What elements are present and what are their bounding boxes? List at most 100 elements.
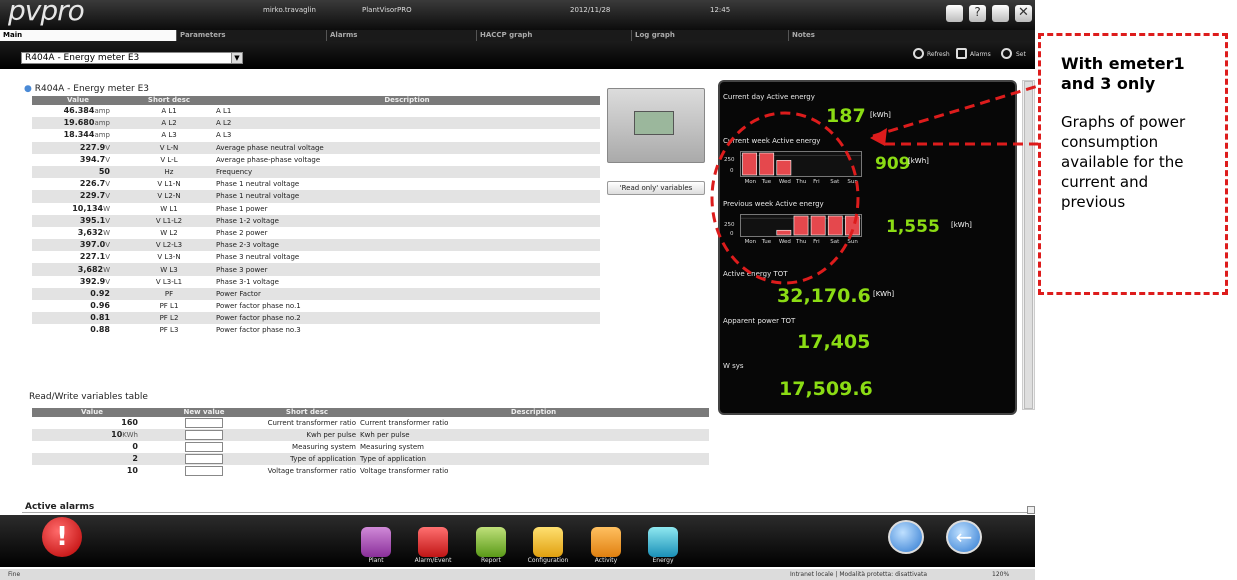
divider [22,512,1032,513]
short-desc-cell: A L3 [161,131,177,140]
tab-notes[interactable]: Notes [788,30,918,41]
tab-alarms[interactable]: Alarms [326,30,476,41]
table-row: 3,632W W L2 Phase 2 power [32,227,600,239]
short-desc-cell: A L2 [124,117,214,130]
close-icon[interactable]: ✕ [1015,5,1032,22]
table-row: 229.7V V L2-N Phase 1 neutral voltage [32,190,600,203]
new-value-input[interactable] [185,454,223,464]
short-desc-cell: PF [124,287,214,300]
value-cell: 0.88 [90,325,110,335]
value-cell: 160 [121,418,138,427]
table-row: 3,682W W L3 Phase 3 power [32,263,600,276]
browser-status-bar: Fine Intranet locale | Modalità protetta… [0,569,1035,580]
column-header: Short desc [256,408,358,417]
home-icon[interactable] [888,520,924,554]
short-desc-cell: V L2-L3 [124,239,214,252]
short-desc-cell: Hz [124,165,214,179]
description-cell: Phase 3 power [214,263,600,276]
table-row: 10,134W W L1 Phase 1 power [32,203,600,215]
description-cell: Power factor phase no.1 [216,302,301,311]
description-cell: Average phase-phase voltage [216,155,321,164]
security-zone: Intranet locale | Modalità protetta: dis… [790,571,928,578]
refresh-icon[interactable] [913,48,924,59]
annotation-heading: With emeter1 and 3 only [1061,54,1185,93]
short-desc-cell: W L1 [160,204,178,213]
new-value-input[interactable] [185,418,223,428]
short-desc-cell: Type of application [256,453,358,465]
description-cell: A L2 [214,117,600,130]
short-desc-cell: V L-L [160,155,178,164]
tab-main[interactable]: Main [0,30,176,41]
annotation-text: Graphs of power consumption available fo… [1061,113,1186,211]
activity-icon[interactable] [591,527,621,557]
table-row: 18.344amp A L3 A L3 [32,129,600,141]
table-row: 397.0V V L2-L3 Phase 2-3 voltage [32,239,600,252]
description-cell: A L1 [216,107,232,116]
table-row: 0 Measuring system Measuring system [32,441,709,453]
table-row: 2 Type of application Type of application [32,453,709,465]
zoom-level[interactable]: 120% [992,569,1009,580]
description-cell: Power factor phase no.3 [216,326,301,335]
wsys-label: W sys [723,362,744,370]
annotation-overlay [710,84,1039,285]
back-arrow-icon[interactable]: ← [946,520,982,554]
table-row: 160 Current transformer ratio Current tran… [32,417,709,429]
refresh-button[interactable]: Refresh [927,51,950,58]
short-desc-cell: Kwh per pulse [256,429,358,441]
set-icon[interactable] [1001,48,1012,59]
value-cell: 0 [132,442,138,451]
description-cell: Voltage transformer ratio [360,466,449,475]
new-value-cell [152,429,256,441]
value-cell: 3,682W [32,263,124,276]
new-value-cell [152,441,256,453]
new-value-input[interactable] [185,430,223,440]
energy-meter-image [607,88,705,163]
value-cell: 394.7V [79,154,110,164]
value-cell: 226.7V [79,179,110,189]
plant-icon[interactable] [361,527,391,557]
meter-display [634,111,674,135]
table-row: 392.9V V L3-L1 Phase 3-1 voltage [32,276,600,288]
value-cell: 227.9V [32,141,124,154]
short-desc-cell: V L3-N [157,253,181,262]
set-button[interactable]: Set [1016,51,1026,58]
logout-icon[interactable] [992,5,1009,22]
table-row: 10 Voltage transformer ratio Voltage trans… [32,465,709,477]
description-cell: Current transformer ratio [360,418,449,427]
alarms-button[interactable]: Alarms [970,51,991,58]
alarm-event-icon[interactable] [418,527,448,557]
device-select[interactable]: R404A - Energy meter E3 ▼ [21,52,243,64]
column-header: Description [214,96,600,105]
short-desc-cell: W L2 [160,228,178,237]
tab-log-graph[interactable]: Log graph [631,30,788,41]
nav-energy[interactable]: Energy [628,557,698,564]
apparent-power-value: 17,405 [797,331,871,353]
description-cell: Power factor phase no.2 [214,312,600,325]
description-cell: Type of application [358,453,709,465]
alarm-warning-icon[interactable]: ! [42,517,82,557]
new-value-input[interactable] [185,442,223,452]
report-icon[interactable] [476,527,506,557]
table-row: 0.81 PF L2 Power factor phase no.2 [32,312,600,325]
tab-parameters[interactable]: Parameters [176,30,326,41]
app-logo: pvpro [8,0,85,27]
rw-table-title: Read/Write variables table [29,392,148,402]
pointer-icon[interactable] [946,5,963,22]
energy-icon[interactable] [648,527,678,557]
annotation-arrowhead [870,128,887,146]
column-header: Value [32,96,124,105]
expand-checkbox[interactable] [1027,506,1035,514]
short-desc-cell: A L1 [161,107,177,116]
tab-haccp-graph[interactable]: HACCP graph [476,30,631,41]
value-cell: 0.96 [90,301,110,311]
new-value-input[interactable] [185,466,223,476]
table-row: 394.7V V L-L Average phase-phase voltage [32,154,600,166]
readonly-variables-button[interactable]: 'Read only' variables [607,181,705,195]
column-header: Value [32,408,152,417]
help-icon[interactable]: ? [969,5,986,22]
value-cell: 10KWh [32,429,152,441]
configuration-icon[interactable] [533,527,563,557]
column-header: New value [152,408,256,417]
short-desc-cell: V L1-L2 [124,214,214,227]
alarms-icon[interactable] [956,48,967,59]
